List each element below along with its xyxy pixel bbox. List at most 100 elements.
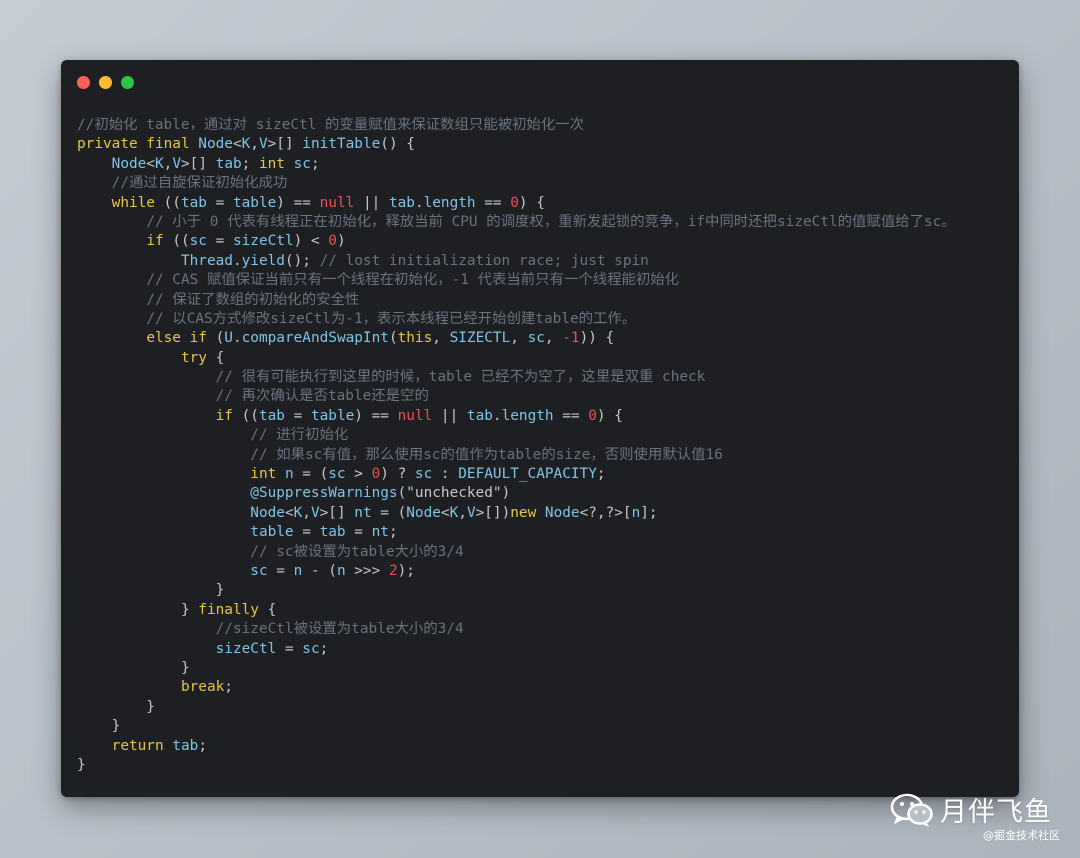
code-token: ) {: [596, 407, 623, 424]
code-token: )) {: [579, 330, 615, 347]
maximize-button[interactable]: [121, 76, 134, 89]
code-token: .: [232, 252, 242, 269]
code-token: @SuppressWarnings: [250, 485, 398, 502]
code-token: // 进行初始化: [250, 427, 349, 444]
code-line: }: [77, 659, 956, 678]
code-token: sc: [189, 233, 207, 250]
code-token: () {: [380, 136, 415, 153]
code-token: = (: [371, 504, 407, 521]
code-line: } finally {: [77, 601, 956, 620]
code-token: K: [293, 504, 303, 521]
code-token: {: [267, 601, 277, 618]
code-token: Thread: [180, 252, 233, 269]
close-button[interactable]: [77, 76, 90, 89]
code-token: V: [310, 504, 320, 521]
code-token: ) ==: [276, 194, 320, 211]
code-token: }: [77, 601, 199, 618]
code-token: tab: [388, 194, 415, 211]
code-token: n: [336, 562, 346, 579]
code-line: // sc被设置为table大小的3/4: [77, 543, 956, 562]
code-line: Node<K,V>[] tab; int sc;: [77, 155, 956, 174]
code-token: -1: [562, 330, 580, 347]
code-token: SIZECTL: [449, 330, 511, 347]
minimize-button[interactable]: [99, 76, 112, 89]
code-token: ): [501, 485, 511, 502]
code-token: null: [319, 194, 355, 211]
code-token: ,: [510, 330, 528, 347]
code-token: int: [258, 155, 294, 172]
code-token: <: [146, 155, 155, 172]
code-line: //sizeCtl被设置为table大小的3/4: [77, 620, 956, 639]
code-token: .: [414, 194, 424, 211]
code-token: ): [336, 233, 346, 250]
code-token: ;: [241, 155, 259, 172]
code-block: //初始化 table，通过对 sizeCtl 的变量赋值来保证数组只能被初始化…: [77, 116, 956, 775]
code-token: }: [77, 659, 190, 676]
code-token: table: [232, 194, 277, 211]
code-token: ,: [432, 330, 450, 347]
code-token: compareAndSwapInt: [241, 330, 389, 347]
code-token: );: [397, 562, 415, 579]
code-line: sizeCtl = sc;: [77, 640, 956, 659]
code-token: while: [111, 194, 164, 211]
code-token: =: [206, 233, 233, 250]
code-line: try {: [77, 349, 956, 368]
code-token: sc: [527, 330, 545, 347]
code-window: //初始化 table，通过对 sizeCtl 的变量赋值来保证数组只能被初始化…: [61, 60, 1019, 797]
wechat-icon: [890, 793, 933, 827]
code-line: break;: [77, 678, 956, 697]
code-token: ,: [302, 504, 311, 521]
code-token: 0: [588, 407, 597, 424]
code-token: // 很有可能执行到这里的时候，table 已经不为空了，这里是双重 check: [215, 369, 706, 386]
code-token: return: [111, 737, 173, 754]
code-line: // 保证了数组的初始化的安全性: [77, 291, 956, 310]
code-token: tab: [466, 407, 493, 424]
code-line: // 进行初始化: [77, 426, 956, 445]
code-token: length: [423, 194, 476, 211]
code-token: sizeCtl: [232, 233, 294, 250]
code-token: // 以CAS方式修改sizeCtl为-1，表示本线程已经开始创建table的工…: [146, 310, 637, 327]
code-token: (: [388, 330, 398, 347]
code-token: table: [310, 407, 355, 424]
code-token: // lost initialization race; just spin: [319, 252, 649, 269]
code-token: ;: [310, 155, 320, 172]
code-token: ==: [553, 407, 589, 424]
code-line: }: [77, 717, 956, 736]
code-token: "unchecked": [406, 485, 502, 502]
code-line: else if (U.compareAndSwapInt(this, SIZEC…: [77, 329, 956, 348]
code-token: // 再次确认是否table还是空的: [215, 388, 429, 405]
code-token: }: [77, 698, 155, 715]
code-token: tab: [319, 524, 346, 541]
code-token: ;: [224, 679, 233, 696]
code-line: }: [77, 756, 956, 775]
code-line: if ((tab = table) == null || tab.length …: [77, 407, 956, 426]
code-line: // 很有可能执行到这里的时候，table 已经不为空了，这里是双重 check: [77, 368, 956, 387]
code-token: =: [293, 524, 320, 541]
code-token: ((: [241, 407, 259, 424]
code-token: V: [466, 504, 476, 521]
code-token: tab: [180, 194, 207, 211]
code-token: ,: [544, 330, 563, 347]
code-token: ;: [198, 737, 207, 754]
code-line: if ((sc = sizeCtl) < 0): [77, 232, 956, 251]
code-token: // CAS 赋值保证当前只有一个线程在初始化，-1 代表当前只有一个线程能初始…: [146, 272, 680, 289]
code-token: ==: [475, 194, 511, 211]
code-token: >: [345, 466, 372, 483]
code-token: =: [206, 194, 233, 211]
code-token: >[]: [181, 155, 216, 172]
code-token: nt: [371, 524, 389, 541]
code-token: DEFAULT_CAPACITY: [458, 466, 597, 483]
